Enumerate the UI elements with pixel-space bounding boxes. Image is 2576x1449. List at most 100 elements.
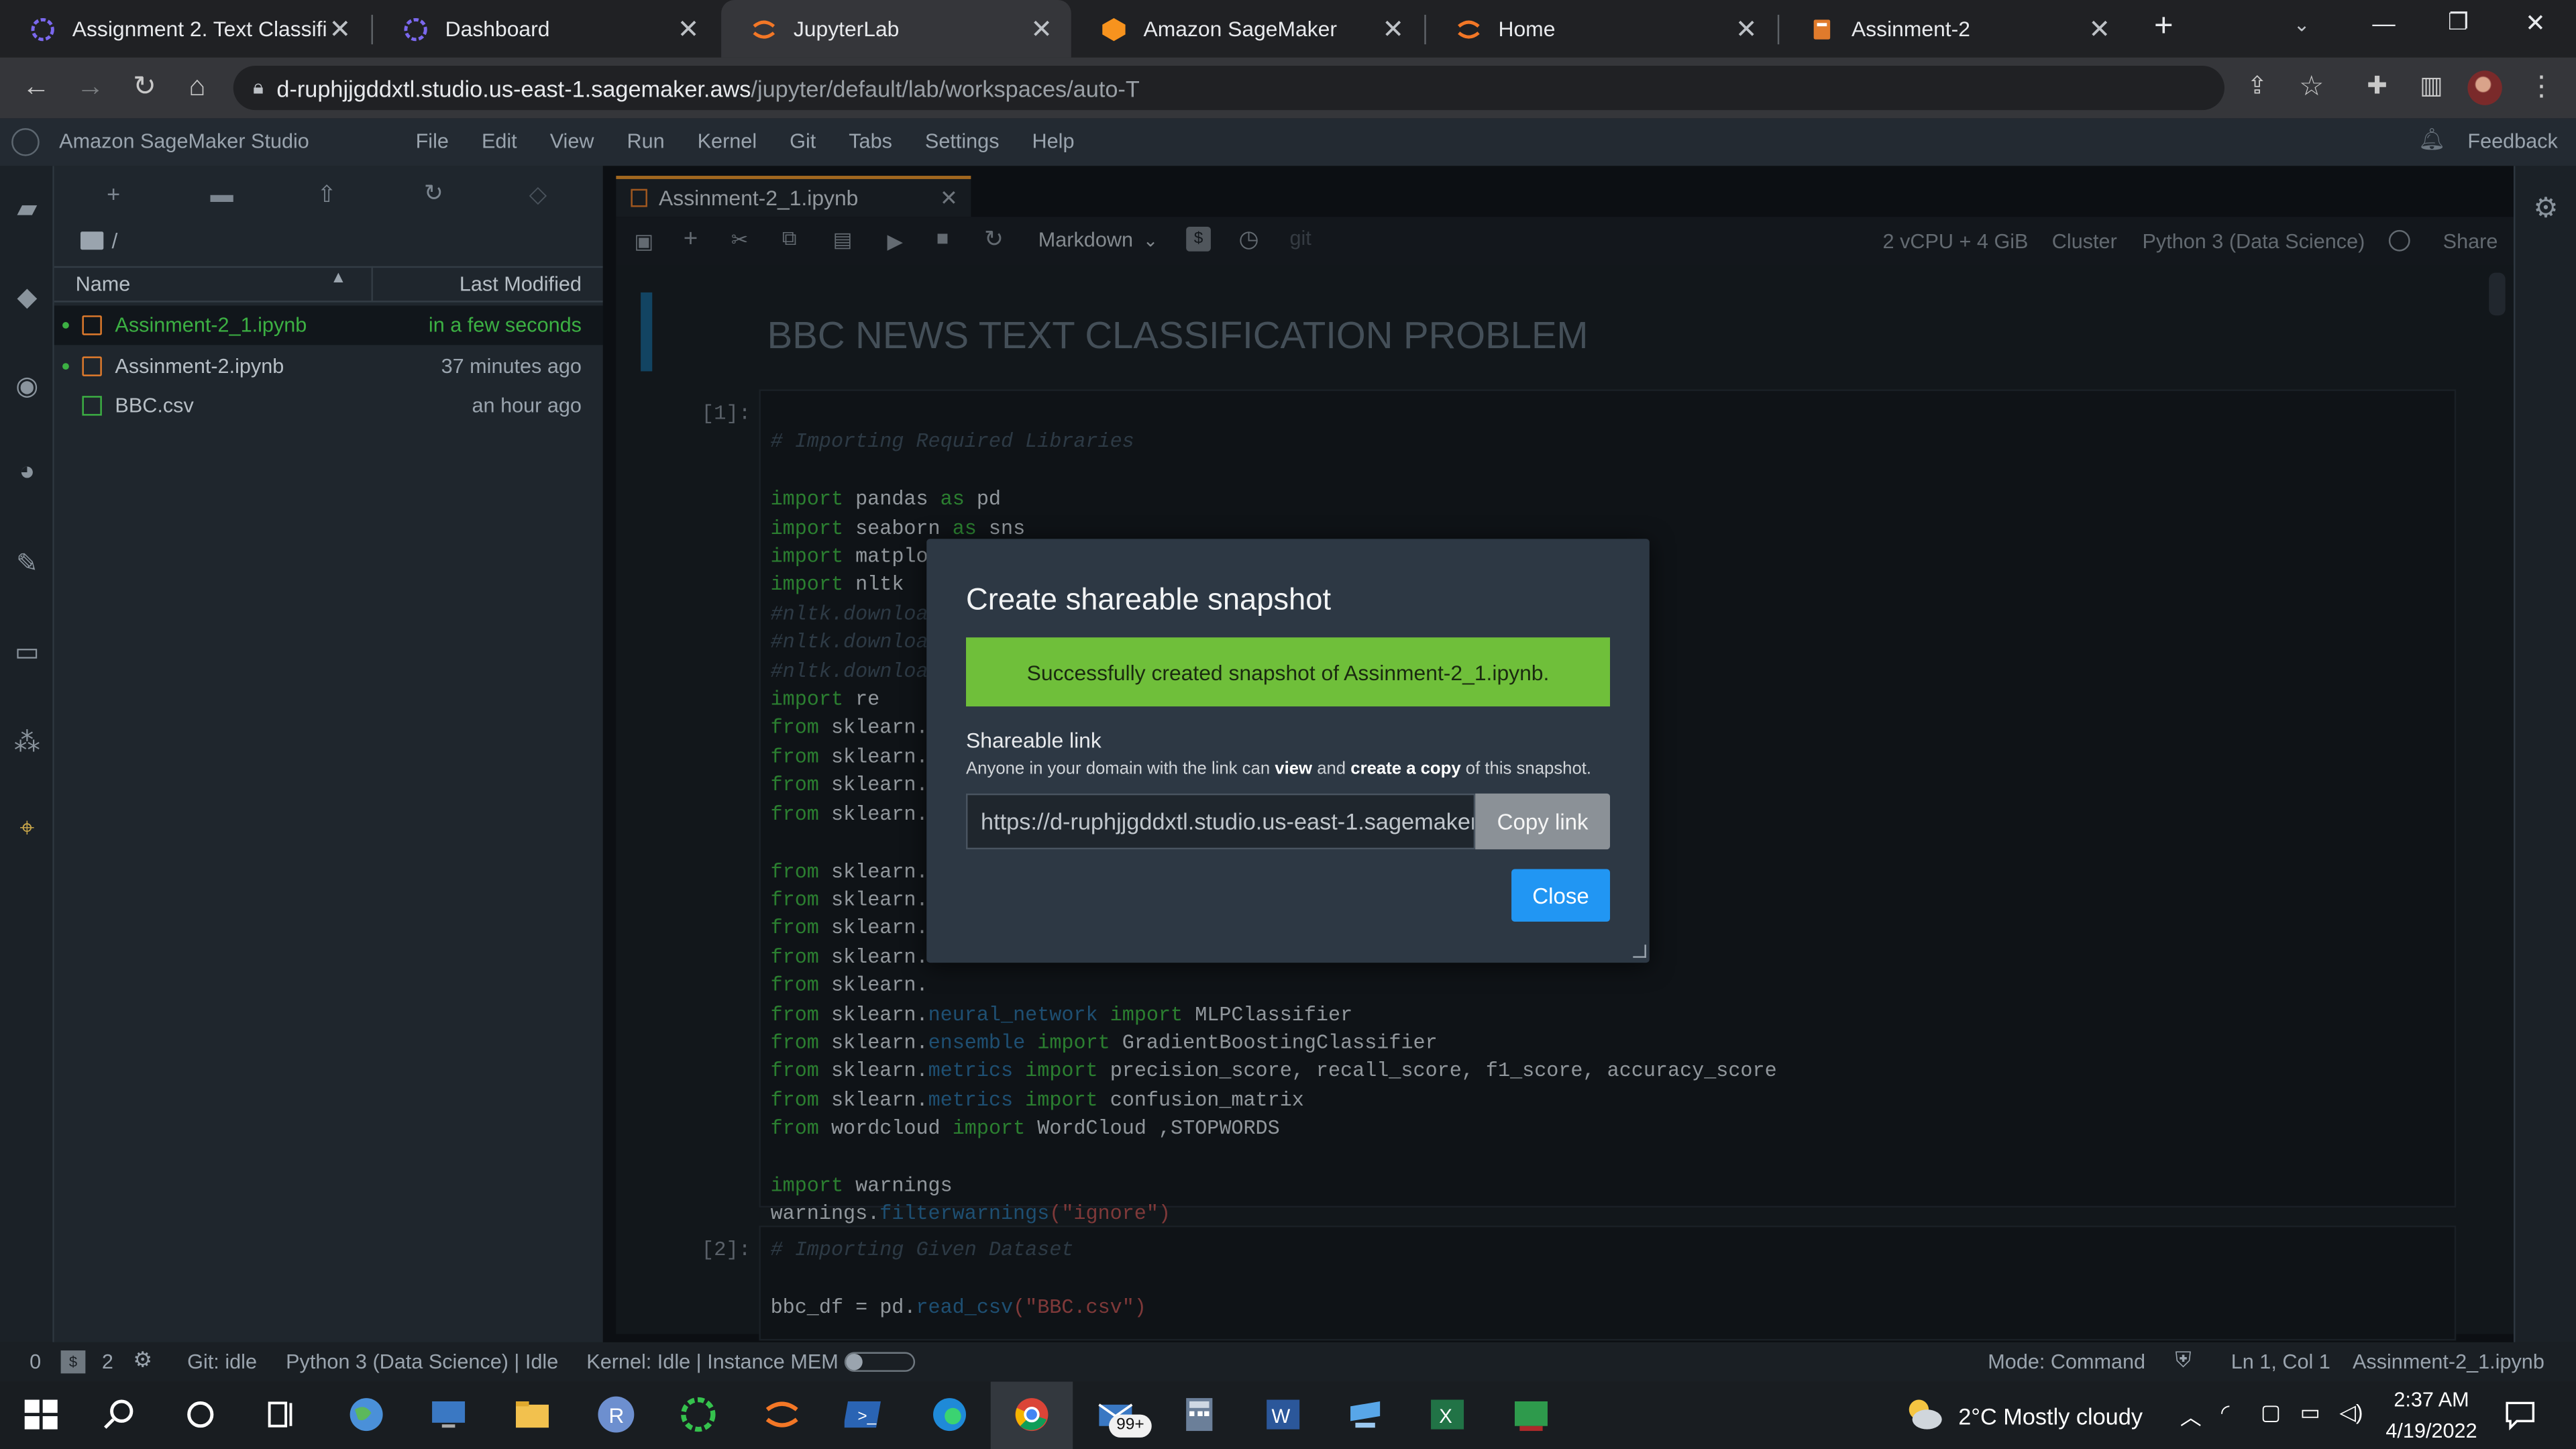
reload-icon[interactable]: ↻ (127, 69, 163, 105)
settings-gear-icon[interactable]: ⚙ (2533, 193, 2558, 225)
restore-icon[interactable]: ❐ (2448, 8, 2469, 36)
edge-icon[interactable] (928, 1393, 971, 1436)
network-icon[interactable]: ◜ (2221, 1400, 2229, 1426)
menu-settings[interactable]: Settings (925, 129, 1000, 152)
word-icon[interactable]: W (1262, 1393, 1305, 1436)
file-row-selected[interactable]: Assinment-2_1.ipynb in a few seconds (54, 305, 603, 345)
tabs-icon[interactable]: ▭ (10, 636, 44, 670)
browser-tab-active[interactable]: JupyterLab ✕ (721, 0, 1071, 58)
close-button[interactable]: Close (1511, 869, 1611, 922)
search-icon[interactable] (99, 1393, 142, 1436)
experiments-icon[interactable]: ⌖ (10, 815, 44, 849)
windows-start-icon[interactable] (19, 1393, 62, 1436)
shareable-link-input[interactable]: https://d-ruphjjgddxtl.studio.us-east-1.… (966, 793, 1476, 850)
feedback-link[interactable]: Feedback (2467, 129, 2557, 152)
components-icon[interactable]: ⁂ (10, 726, 44, 760)
menu-git[interactable]: Git (790, 129, 816, 152)
wrench-icon[interactable]: ✎ (10, 547, 44, 582)
svg-text:X: X (1439, 1405, 1452, 1428)
running-terminals-icon[interactable]: ◉ (10, 370, 44, 404)
copy-link-button[interactable]: Copy link (1475, 793, 1611, 850)
kernel-gear-icon[interactable]: ⚙ (133, 1347, 152, 1373)
device-icon[interactable]: ▢ (2261, 1400, 2281, 1426)
battery-icon[interactable]: ▭ (2300, 1400, 2320, 1426)
terminal-app-icon[interactable] (1510, 1393, 1553, 1436)
new-folder-icon[interactable]: ▬ (210, 180, 233, 207)
file-row[interactable]: Assinment-2.ipynb 37 minutes ago (54, 347, 603, 386)
breadcrumb-folder-icon[interactable] (80, 231, 104, 250)
file-row[interactable]: BBC.csv an hour ago (54, 386, 603, 426)
address-bar[interactable]: 🔒︎ d-ruphjjgddxtl.studio.us-east-1.sagem… (233, 65, 2224, 111)
calculator-icon[interactable] (1178, 1393, 1221, 1436)
vpn-app-icon[interactable] (1344, 1393, 1387, 1436)
bookmark-star-icon[interactable]: ☆ (2294, 69, 2330, 105)
loading-ring-app-icon[interactable] (677, 1393, 720, 1436)
menu-view[interactable]: View (550, 129, 594, 152)
tab-search-chevron-icon[interactable]: ⌄ (2294, 13, 2310, 36)
modified-column-header[interactable]: Last Modified (460, 273, 582, 296)
side-panel-icon[interactable]: ▥ (2414, 69, 2450, 105)
browser-tab[interactable]: Dashboard ✕ (373, 0, 718, 58)
git-status[interactable]: Git: idle (187, 1350, 257, 1373)
name-column-header[interactable]: Name (76, 273, 131, 296)
forward-icon[interactable]: → (72, 69, 109, 105)
home-icon[interactable]: ⌂ (179, 69, 215, 105)
cursor-position[interactable]: Ln 1, Col 1 (2231, 1350, 2330, 1373)
git-clone-icon[interactable]: ◇ (529, 180, 547, 209)
browser-tab[interactable]: Amazon SageMaker ✕ (1071, 0, 1423, 58)
new-tab-icon[interactable]: + (2145, 8, 2182, 48)
upload-icon[interactable]: ⇧ (317, 180, 337, 209)
browser-tab[interactable]: Home ✕ (1426, 0, 1776, 58)
menu-kernel[interactable]: Kernel (698, 129, 757, 152)
close-icon[interactable]: ✕ (2086, 12, 2112, 45)
kernel-status[interactable]: Python 3 (Data Science) | Idle (286, 1350, 558, 1373)
back-icon[interactable]: ← (18, 69, 54, 105)
window-close-icon[interactable]: ✕ (2525, 8, 2546, 38)
browser-tab[interactable]: Assinment-2 ✕ (1779, 0, 2129, 58)
chrome-menu-icon[interactable]: ⋮ (2524, 69, 2560, 105)
globe-app-icon[interactable] (345, 1393, 388, 1436)
close-icon[interactable]: ✕ (676, 12, 702, 45)
close-icon[interactable]: ✕ (1380, 12, 1406, 45)
excel-icon[interactable]: X (1426, 1393, 1469, 1436)
notification-center-icon[interactable] (2504, 1398, 2536, 1431)
menu-tabs[interactable]: Tabs (849, 129, 892, 152)
weather-cloudy-icon[interactable] (1902, 1395, 1945, 1434)
refresh-icon[interactable]: ↻ (424, 179, 443, 207)
minimize-icon[interactable]: — (2372, 10, 2395, 36)
cortana-icon[interactable] (179, 1393, 222, 1436)
extensions-icon[interactable]: ✚ (2359, 69, 2396, 105)
remote-desktop-icon[interactable] (427, 1393, 470, 1436)
sort-up-icon: ▲ (330, 269, 347, 288)
folder-icon[interactable]: ▰ (10, 193, 44, 227)
close-icon[interactable]: ✕ (1028, 12, 1055, 45)
r-app-icon[interactable]: R (595, 1393, 638, 1436)
menu-help[interactable]: Help (1032, 129, 1075, 152)
file-explorer-icon[interactable] (511, 1393, 554, 1436)
breadcrumb[interactable]: / (112, 228, 118, 253)
notification-bell-icon[interactable]: 🔔︎ (2418, 127, 2445, 153)
chrome-icon[interactable] (1010, 1393, 1053, 1436)
resize-handle-icon[interactable] (1633, 945, 1646, 958)
powershell-icon[interactable]: >_ (844, 1393, 888, 1436)
trusted-shield-icon[interactable]: ⛨ (2175, 1347, 2191, 1373)
close-icon[interactable]: ✕ (327, 12, 353, 45)
new-launcher-icon[interactable]: + (107, 180, 120, 207)
browser-tab[interactable]: Assignment 2. Text Classific ✕ (0, 0, 370, 58)
close-icon[interactable]: ✕ (1733, 12, 1760, 45)
menu-edit[interactable]: Edit (482, 129, 517, 152)
volume-icon[interactable]: ◁) (2339, 1400, 2363, 1426)
clock-time[interactable]: 2:37 AM (2385, 1388, 2477, 1411)
terminal-icon[interactable]: $ (60, 1350, 86, 1374)
share-page-icon[interactable]: ⇪ (2239, 69, 2275, 105)
palette-icon[interactable]: ◕ (10, 458, 44, 492)
weather-text[interactable]: 2°C Mostly cloudy (1958, 1403, 2143, 1429)
menu-run[interactable]: Run (627, 129, 664, 152)
task-view-icon[interactable] (260, 1393, 303, 1436)
menu-file[interactable]: File (416, 129, 449, 152)
tray-chevron-icon[interactable]: ︿ (2180, 1400, 2202, 1432)
clock-date[interactable]: 4/19/2022 (2382, 1419, 2481, 1442)
jupyter-app-icon[interactable] (761, 1393, 804, 1436)
profile-avatar[interactable] (2467, 70, 2502, 105)
git-icon[interactable]: ◆ (10, 281, 44, 315)
